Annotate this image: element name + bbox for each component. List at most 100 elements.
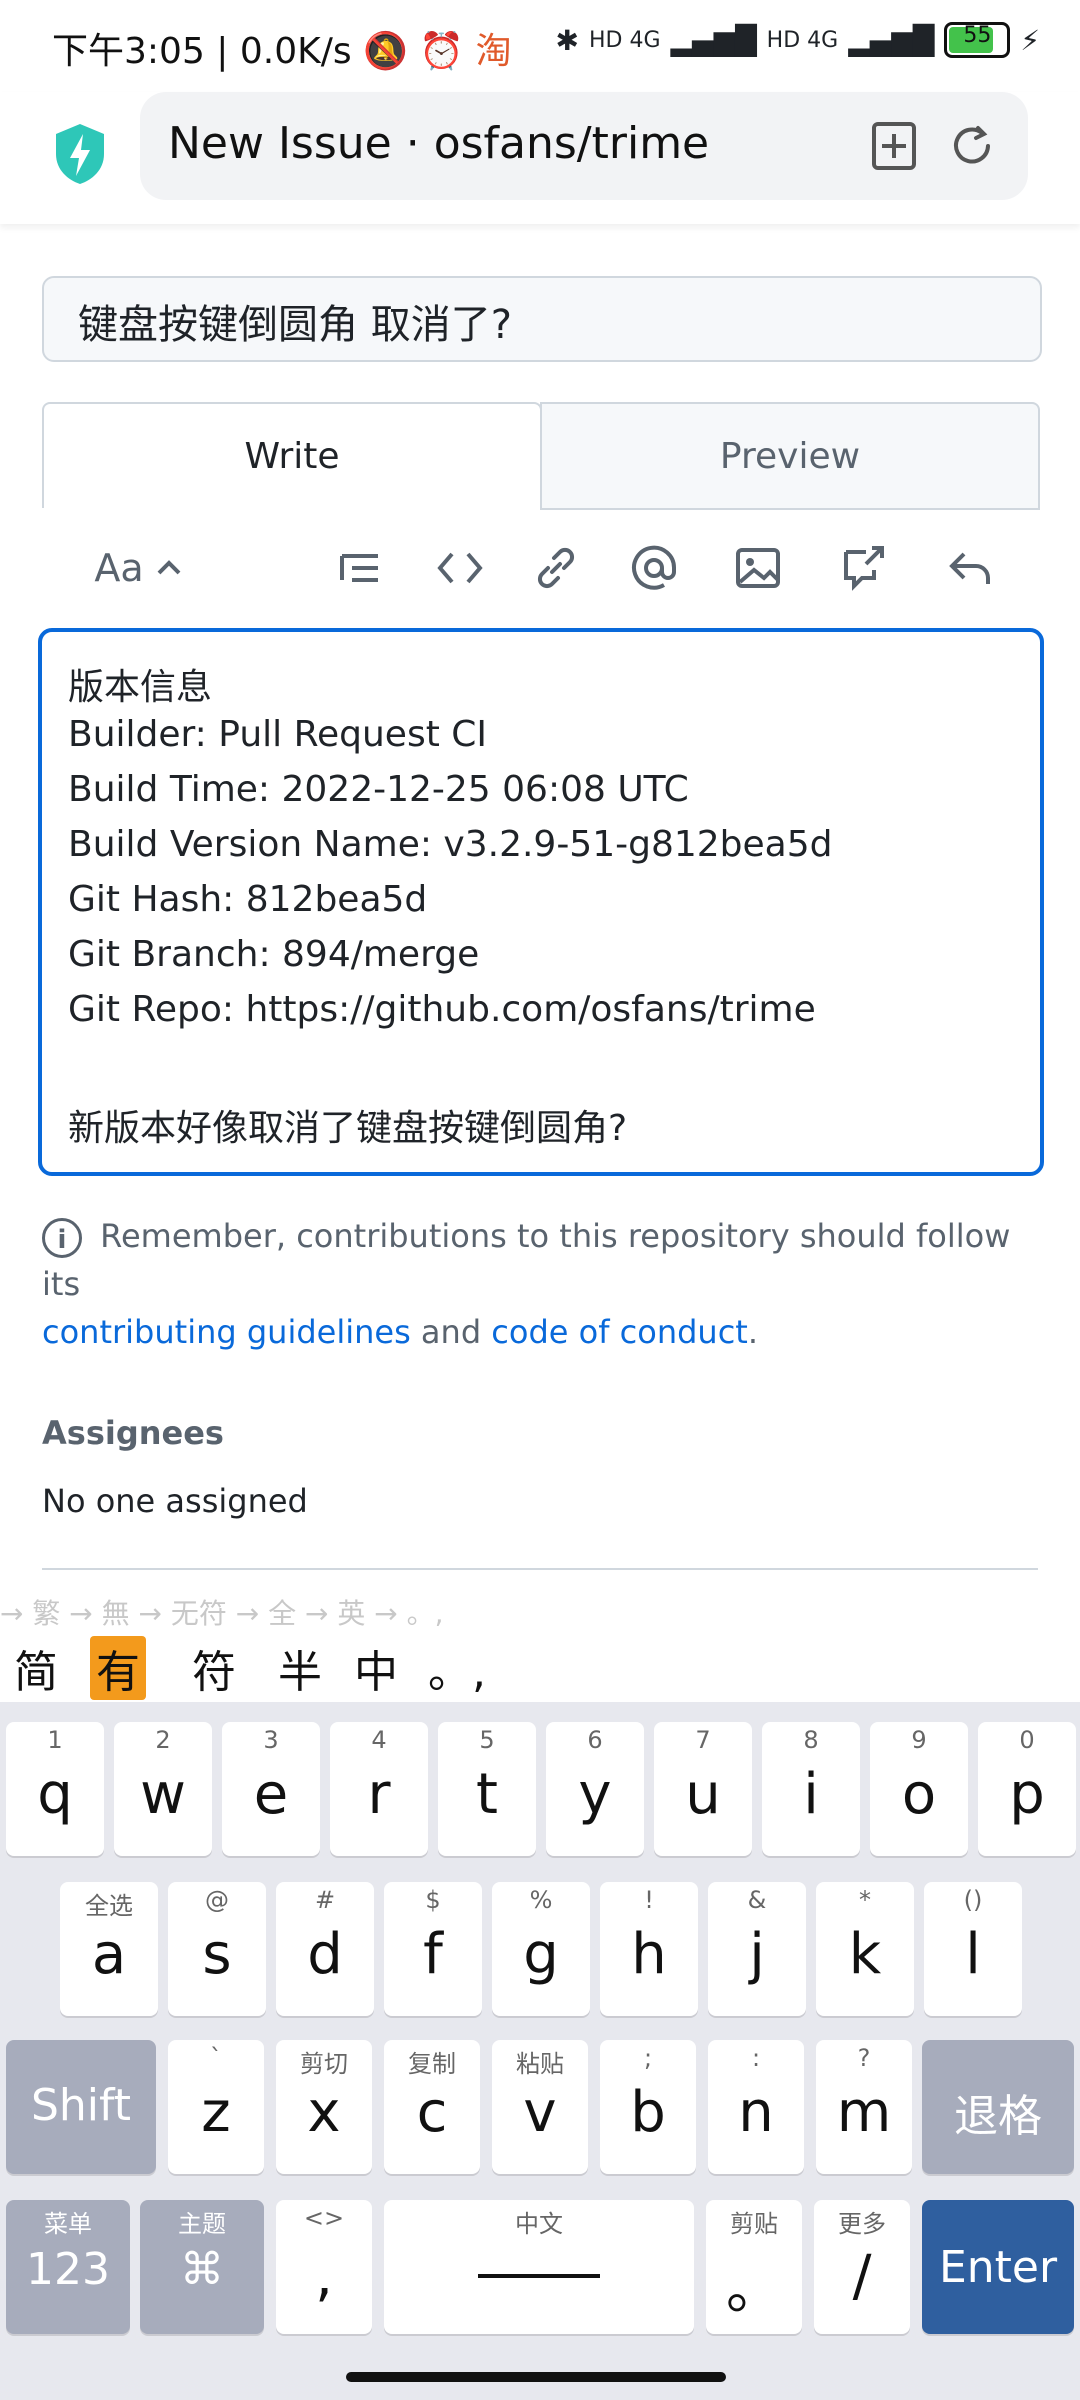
key-n[interactable]: :n xyxy=(708,2040,804,2174)
key-sub-label: % xyxy=(529,1886,553,1914)
period-key-sub: 剪贴 xyxy=(730,2210,778,2238)
bluetooth-icon: ✱ xyxy=(555,23,579,57)
key-s[interactable]: @ s xyxy=(168,1882,266,2016)
info-icon: i xyxy=(42,1218,82,1258)
key-g[interactable]: % g xyxy=(492,1882,590,2016)
key-sub-label: 7 xyxy=(695,1726,711,1754)
key-main-label: a xyxy=(91,1922,127,1987)
link-icon[interactable] xyxy=(534,540,578,596)
key-z[interactable]: ` z xyxy=(168,2040,264,2174)
key-r[interactable]: 4r xyxy=(330,1722,428,1856)
key-sub-label: $ xyxy=(425,1886,441,1914)
key-sub-label: 0 xyxy=(1019,1726,1035,1754)
key-v[interactable]: 粘贴 v xyxy=(492,2040,588,2174)
body-line: 版本信息 xyxy=(68,667,213,708)
contributing-guidelines-link[interactable]: contributing guidelines xyxy=(42,1313,411,1351)
code-of-conduct-link[interactable]: code of conduct xyxy=(491,1313,748,1351)
key-l[interactable]: () l xyxy=(924,1882,1022,2016)
add-bookmark-icon[interactable] xyxy=(870,120,918,172)
divider xyxy=(42,1568,1038,1570)
key-x[interactable]: 剪切 x xyxy=(276,2040,372,2174)
ime-candidate[interactable]: 。, xyxy=(428,1636,486,1700)
battery-icon: 55 xyxy=(944,22,1011,58)
key-w[interactable]: 2w xyxy=(114,1722,212,1856)
space-key[interactable]: 中文 xyxy=(384,2200,694,2334)
key-main-label: w xyxy=(140,1762,186,1827)
comma-key[interactable]: <> , xyxy=(276,2200,372,2334)
key-sub-label: 5 xyxy=(479,1726,495,1754)
key-sub-label: 全选 xyxy=(85,1892,133,1920)
key-sub-label: 3 xyxy=(263,1726,279,1754)
key-sub-label: ` xyxy=(210,2044,222,2072)
ime-candidate[interactable]: 有 xyxy=(90,1636,146,1700)
key-sub-label: 复制 xyxy=(408,2050,456,2078)
key-q[interactable]: 1q xyxy=(6,1722,104,1856)
enter-key[interactable]: Enter xyxy=(922,2200,1074,2334)
shift-key[interactable]: Shift xyxy=(6,2040,156,2174)
key-k[interactable]: * k xyxy=(816,1882,914,2016)
theme-key[interactable]: 主题 ⌘ xyxy=(140,2200,264,2334)
body-line: Git Repo: https://github.com/osfans/trim… xyxy=(68,989,816,1030)
body-line: Builder: Pull Request CI xyxy=(68,714,488,755)
key-j[interactable]: & j xyxy=(708,1882,806,2016)
key-d[interactable]: # d xyxy=(276,1882,374,2016)
undo-icon[interactable] xyxy=(946,540,994,596)
key-t[interactable]: 5t xyxy=(438,1722,536,1856)
code-icon[interactable] xyxy=(436,540,484,596)
key-o[interactable]: 9o xyxy=(870,1722,968,1856)
key-m[interactable]: ? m xyxy=(816,2040,912,2174)
body-line: Build Version Name: v3.2.9-51-g812bea5d xyxy=(68,824,833,865)
issue-title-input[interactable]: 键盘按键倒圆角 取消了? xyxy=(42,276,1042,362)
backspace-key[interactable]: 退格 xyxy=(922,2040,1074,2174)
key-f[interactable]: $ f xyxy=(384,1882,482,2016)
key-c[interactable]: 复制 c xyxy=(384,2040,480,2174)
ime-candidate[interactable]: 中 xyxy=(354,1636,398,1700)
assignees-heading[interactable]: Assignees xyxy=(42,1414,224,1452)
key-main-label: y xyxy=(578,1762,612,1827)
key-e[interactable]: 3e xyxy=(222,1722,320,1856)
image-icon[interactable] xyxy=(734,540,782,596)
key-sub-label: 8 xyxy=(803,1726,819,1754)
list-icon[interactable] xyxy=(338,540,382,596)
key-y[interactable]: 6y xyxy=(546,1722,644,1856)
period-key[interactable]: 剪贴 。 xyxy=(706,2200,802,2334)
shield-bolt-icon[interactable] xyxy=(52,122,108,186)
reload-icon[interactable] xyxy=(948,122,996,170)
key-a[interactable]: 全选 a xyxy=(60,1882,158,2016)
key-sub-label: 粘贴 xyxy=(516,2050,564,2078)
home-indicator[interactable] xyxy=(346,2372,726,2382)
key-main-label: o xyxy=(901,1762,937,1827)
key-main-label: j xyxy=(749,1922,765,1987)
issue-body-textarea[interactable]: 版本信息 Builder: Pull Request CI Build Time… xyxy=(38,628,1044,1176)
mute-icon: 🔕 xyxy=(363,31,408,72)
charging-icon: ⚡ xyxy=(1020,23,1040,57)
key-sub-label: 9 xyxy=(911,1726,927,1754)
key-main-label: r xyxy=(367,1762,391,1827)
slash-key[interactable]: 更多 / xyxy=(814,2200,910,2334)
slash-key-label: / xyxy=(852,2244,872,2309)
key-sub-label: 2 xyxy=(155,1726,171,1754)
key-u[interactable]: 7u xyxy=(654,1722,752,1856)
battery-level: 55 xyxy=(963,23,992,48)
ime-candidate[interactable]: 简 xyxy=(14,1636,58,1700)
numbers-key[interactable]: 菜单 123 xyxy=(6,2200,130,2334)
alarm-icon: ⏰ xyxy=(419,31,465,72)
tab-preview[interactable]: Preview xyxy=(540,402,1040,510)
ime-candidate[interactable]: 半 xyxy=(278,1636,322,1700)
key-b[interactable]: ; b xyxy=(600,2040,696,2174)
key-h[interactable]: ! h xyxy=(600,1882,698,2016)
cross-reference-icon[interactable] xyxy=(840,540,888,596)
key-sub-label: 6 xyxy=(587,1726,603,1754)
mention-icon[interactable] xyxy=(630,540,678,596)
soft-keyboard: 1q2w3e4r5t6y7u8i9o0p 全选 a @ s # d $ f% g! h & j * k()… xyxy=(0,1702,1080,2400)
heading-toggle-button[interactable]: Aa xyxy=(84,540,194,596)
status-time: 下午3:05 | 0.0K/s 🔕 ⏰ 淘 xyxy=(52,22,512,74)
ime-candidate-bar: 简 有 符 半 中 。, xyxy=(0,1630,1080,1702)
key-sub-label: : xyxy=(751,2044,761,2072)
key-main-label: q xyxy=(37,1762,73,1827)
key-i[interactable]: 8i xyxy=(762,1722,860,1856)
key-p[interactable]: 0p xyxy=(978,1722,1076,1856)
address-bar[interactable]: New Issue · osfans/trime xyxy=(140,92,1028,200)
tab-write[interactable]: Write xyxy=(42,402,542,508)
ime-candidate[interactable]: 符 xyxy=(192,1636,236,1700)
